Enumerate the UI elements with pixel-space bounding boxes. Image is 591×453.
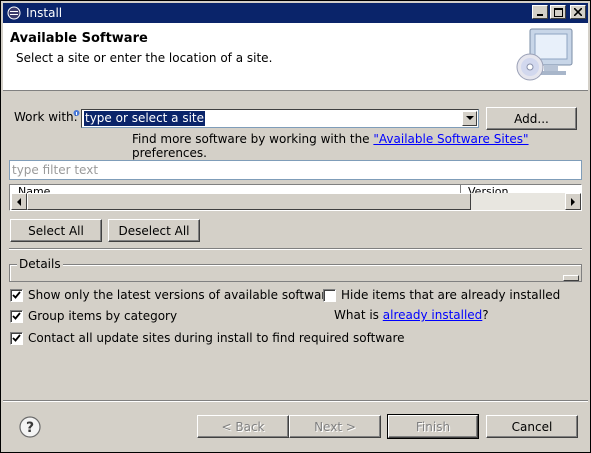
- available-software-sites-link[interactable]: "Available Software Sites": [373, 132, 528, 146]
- cancel-button[interactable]: Cancel: [486, 415, 578, 438]
- title-bar: Install: [3, 3, 588, 23]
- svg-text:?: ?: [26, 420, 34, 436]
- checkbox-checked-icon[interactable]: [10, 288, 23, 302]
- hide-installed-checkbox[interactable]: Hide items that are already installed: [323, 288, 560, 302]
- work-with-label-text: Work with:: [14, 110, 78, 124]
- cancel-label: Cancel: [511, 419, 553, 434]
- work-with-label: Work with:: [14, 110, 78, 124]
- wizard-banner: Available Software Select a site or ente…: [3, 23, 588, 91]
- group-by-category-checkbox[interactable]: Group items by category: [10, 309, 177, 323]
- show-latest-label: Show only the latest versions of availab…: [28, 288, 334, 302]
- minimize-button[interactable]: [532, 5, 548, 19]
- show-latest-checkbox[interactable]: Show only the latest versions of availab…: [10, 288, 333, 302]
- scroll-left-icon[interactable]: [11, 193, 27, 210]
- chevron-down-icon[interactable]: [462, 111, 477, 126]
- contact-all-sites-checkbox[interactable]: Contact all update sites during install …: [10, 331, 405, 345]
- computer-cd-icon: [516, 27, 576, 85]
- eclipse-icon: [6, 5, 22, 21]
- scrollbar-thumb[interactable]: [27, 193, 471, 210]
- finish-label: Finish: [415, 419, 451, 434]
- select-all-button[interactable]: Select All: [10, 219, 102, 242]
- filter-input[interactable]: type filter text: [9, 160, 582, 180]
- more-software-prefix: Find more software by working with the: [132, 132, 374, 146]
- page-description: Select a site or enter the location of a…: [16, 51, 273, 65]
- close-button[interactable]: [570, 5, 586, 19]
- details-group: [9, 264, 582, 282]
- column-divider: [460, 185, 461, 193]
- next-label: Next >: [314, 419, 356, 434]
- window-controls: [532, 5, 586, 19]
- more-software-suffix: preferences.: [132, 146, 207, 160]
- already-installed-link[interactable]: already installed: [383, 308, 483, 322]
- back-button[interactable]: < Back: [197, 415, 289, 438]
- next-button[interactable]: Next >: [289, 415, 381, 438]
- deselect-all-button[interactable]: Deselect All: [108, 219, 200, 242]
- work-with-combo[interactable]: type or select a site: [81, 109, 479, 128]
- what-is-installed-text: What is already installed?: [334, 308, 489, 322]
- deselect-all-label: Deselect All: [118, 223, 190, 238]
- horizontal-scrollbar[interactable]: [11, 193, 581, 210]
- info-icon: [73, 106, 80, 116]
- page-title: Available Software: [10, 31, 148, 46]
- help-icon[interactable]: ?: [19, 416, 41, 438]
- back-label: < Back: [221, 419, 265, 434]
- hide-installed-label: Hide items that are already installed: [341, 288, 561, 302]
- select-all-label: Select All: [28, 223, 84, 238]
- what-is-prefix: What is: [334, 308, 383, 322]
- add-site-label: Add...: [514, 111, 549, 126]
- contact-all-sites-label: Contact all update sites during install …: [28, 331, 405, 345]
- footer-separator: [3, 400, 588, 402]
- work-with-input[interactable]: type or select a site: [84, 111, 206, 126]
- checkbox-checked-icon[interactable]: [10, 309, 23, 323]
- group-by-category-label: Group items by category: [28, 309, 178, 323]
- separator: [9, 248, 582, 250]
- filter-placeholder: type filter text: [12, 163, 99, 177]
- details-toggle-button[interactable]: [563, 275, 579, 281]
- checkbox-checked-icon[interactable]: [10, 331, 23, 345]
- install-dialog: Install Available Software Select a site…: [0, 0, 591, 453]
- finish-button[interactable]: Finish: [387, 414, 479, 439]
- scroll-right-icon[interactable]: [565, 193, 581, 210]
- what-is-suffix: ?: [482, 308, 489, 322]
- add-site-button[interactable]: Add...: [486, 107, 577, 130]
- window-title: Install: [26, 6, 63, 20]
- details-legend: Details: [17, 257, 63, 271]
- more-software-text: Find more software by working with the "…: [132, 132, 590, 160]
- maximize-button[interactable]: [550, 5, 566, 19]
- software-table[interactable]: Name Version: [9, 184, 582, 211]
- checkbox-unchecked-icon[interactable]: [323, 288, 336, 302]
